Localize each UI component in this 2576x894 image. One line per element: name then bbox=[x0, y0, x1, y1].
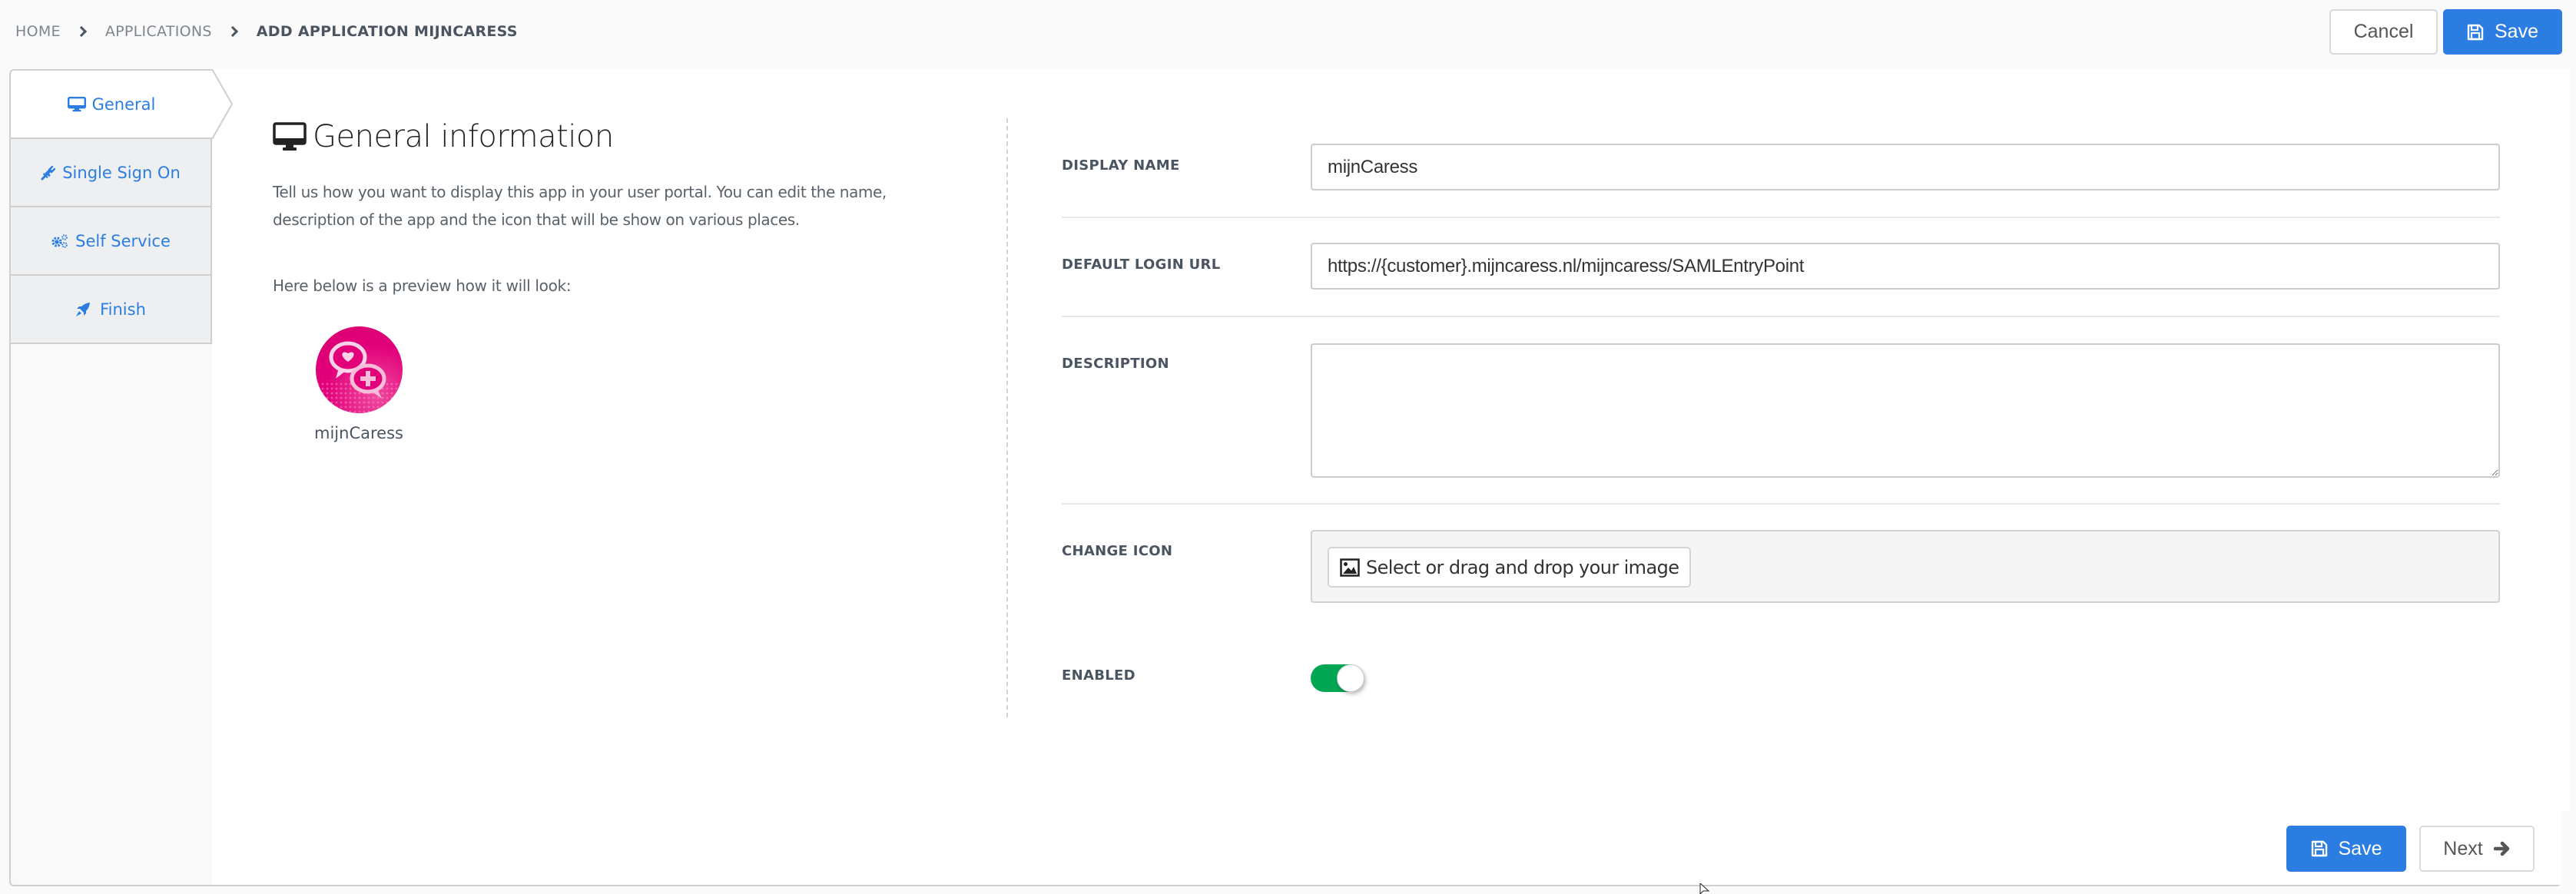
floppy-disk-icon bbox=[2311, 840, 2328, 857]
active-tab-arrow bbox=[212, 69, 234, 139]
tab-single-sign-on[interactable]: Single Sign On bbox=[11, 139, 212, 207]
app-preview-name: mijnCaress bbox=[314, 424, 403, 442]
description-textarea[interactable] bbox=[1311, 343, 2500, 478]
column-divider bbox=[1006, 118, 1008, 717]
save-label: Save bbox=[2495, 21, 2538, 42]
plug-icon bbox=[41, 165, 56, 180]
description-label: DESCRIPTION bbox=[1062, 356, 1169, 372]
enabled-label: ENABLED bbox=[1062, 667, 1135, 684]
chevron-right-icon bbox=[227, 25, 238, 38]
breadcrumb-applications[interactable]: APPLICATIONS bbox=[105, 23, 212, 40]
chat-bubbles-icon bbox=[316, 341, 403, 413]
breadcrumb-home[interactable]: HOME bbox=[15, 23, 61, 40]
form-divider bbox=[1062, 503, 2500, 505]
toggle-knob bbox=[1337, 664, 1364, 692]
cancel-button[interactable]: Cancel bbox=[2329, 9, 2438, 55]
default-login-url-input[interactable] bbox=[1311, 243, 2500, 290]
tab-self-service[interactable]: Self Service bbox=[11, 207, 212, 276]
breadcrumb-current: ADD APPLICATION MIJNCARESS bbox=[256, 23, 518, 40]
default-login-url-label: DEFAULT LOGIN URL bbox=[1062, 257, 1221, 273]
preview-label: Here below is a preview how it will look… bbox=[273, 276, 572, 295]
enabled-toggle[interactable] bbox=[1311, 664, 1364, 692]
save-button-top[interactable]: Save bbox=[2443, 9, 2562, 55]
title-text: General information bbox=[313, 119, 614, 154]
display-name-input[interactable] bbox=[1311, 144, 2500, 190]
save-label: Save bbox=[2338, 837, 2382, 859]
breadcrumb: HOME APPLICATIONS ADD APPLICATION MIJNCA… bbox=[15, 20, 518, 43]
tab-label: General bbox=[91, 94, 156, 114]
form-divider bbox=[1062, 316, 2500, 317]
select-image-button[interactable]: Select or drag and drop your image bbox=[1328, 547, 1692, 588]
intro-text: Tell us how you want to display this app… bbox=[273, 183, 887, 229]
desktop-icon bbox=[67, 96, 86, 112]
image-icon bbox=[1340, 558, 1360, 577]
save-button-bottom[interactable]: Save bbox=[2286, 826, 2406, 872]
tab-label: Single Sign On bbox=[62, 163, 181, 182]
next-button[interactable]: Next bbox=[2419, 826, 2535, 872]
page-title: General information bbox=[273, 119, 614, 154]
chevron-right-icon bbox=[75, 25, 87, 38]
tab-label: Finish bbox=[100, 300, 146, 319]
select-image-label: Select or drag and drop your image bbox=[1366, 556, 1679, 578]
footer-area bbox=[212, 811, 2561, 885]
tab-label: Self Service bbox=[75, 231, 171, 250]
app-preview-icon bbox=[316, 326, 403, 413]
form-divider bbox=[1062, 217, 2500, 218]
floppy-disk-icon bbox=[2467, 24, 2484, 41]
display-name-label: DISPLAY NAME bbox=[1062, 157, 1180, 174]
arrow-right-icon bbox=[2493, 841, 2511, 856]
tab-general[interactable]: General bbox=[11, 69, 234, 139]
change-icon-label: CHANGE ICON bbox=[1062, 543, 1173, 559]
next-label: Next bbox=[2443, 837, 2483, 859]
mouse-cursor-icon bbox=[1699, 883, 1710, 894]
cancel-label: Cancel bbox=[2353, 21, 2414, 42]
desktop-icon bbox=[273, 122, 307, 151]
tab-finish[interactable]: Finish bbox=[11, 276, 212, 344]
wizard-tabs: General Single Sign On Self Service Fini… bbox=[11, 69, 234, 344]
icon-dropzone[interactable]: Select or drag and drop your image bbox=[1311, 530, 2500, 603]
cogs-icon bbox=[51, 233, 69, 249]
rocket-icon bbox=[75, 302, 91, 317]
